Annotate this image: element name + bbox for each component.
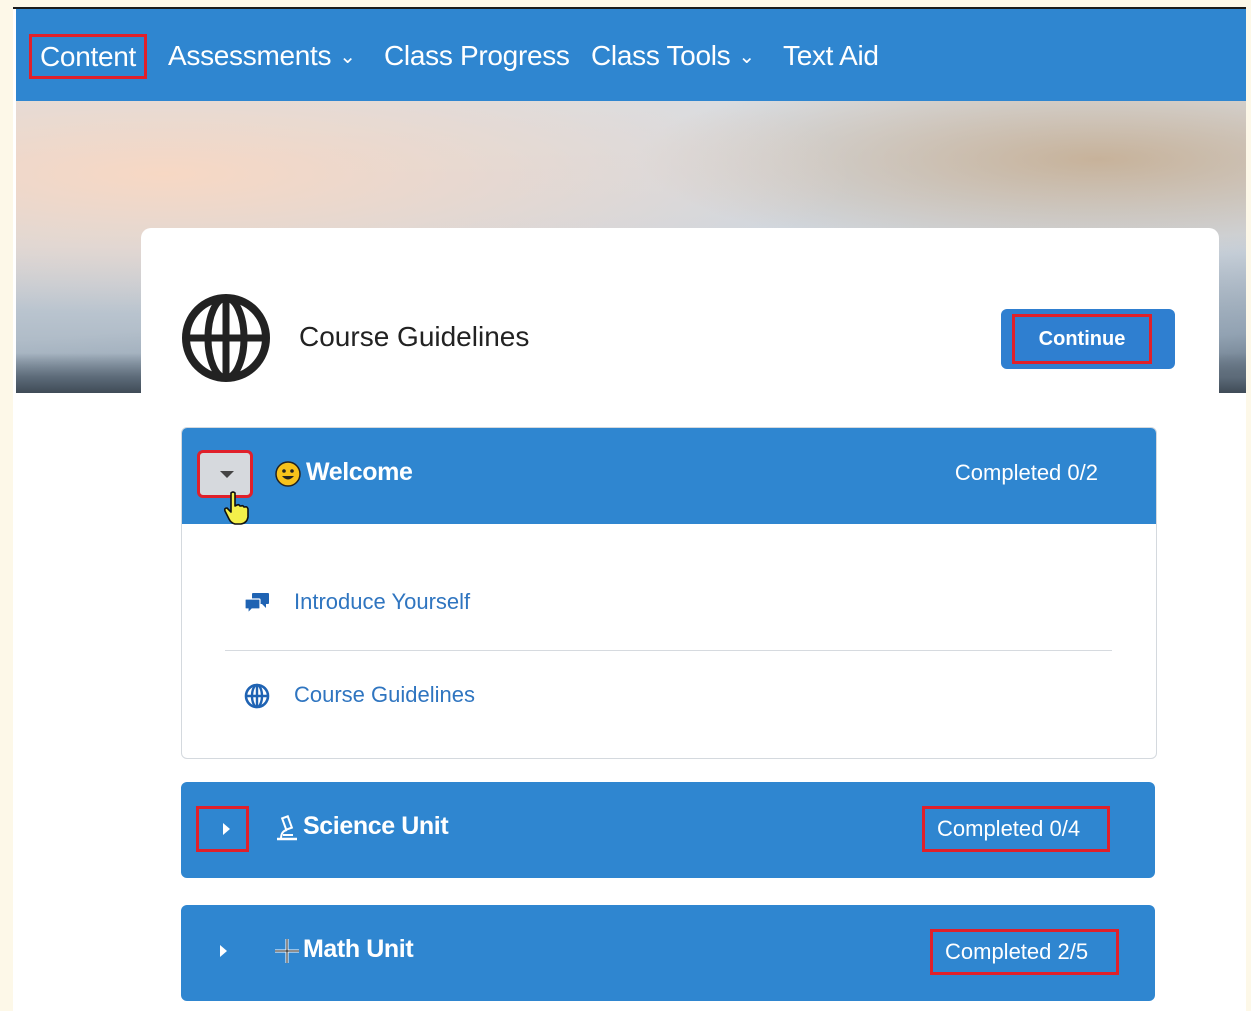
smiley-icon (275, 461, 301, 487)
module-math-title: Math Unit (303, 935, 414, 963)
topic-course-guidelines-label: Course Guidelines (294, 682, 475, 707)
module-science-title: Science Unit (303, 812, 449, 840)
nav-content[interactable]: Content (29, 34, 147, 79)
hand-cursor-icon (223, 491, 249, 525)
plus-icon (275, 939, 299, 963)
module-math-status: Completed 2/5 (930, 929, 1119, 975)
nav-text-aid-label: Text Aid (783, 40, 879, 71)
caret-right-icon (223, 823, 230, 835)
nav-class-tools-label: Class Tools (591, 40, 731, 71)
module-math-unit[interactable]: Math Unit Completed 2/5 (181, 905, 1155, 1001)
module-welcome-status: Completed 0/2 (954, 460, 1098, 485)
page-frame: Content Assessments ⌄ Class Progress Clas… (13, 7, 1246, 1011)
top-navigation-bar: Content Assessments ⌄ Class Progress Clas… (16, 9, 1246, 101)
globe-icon (182, 294, 270, 382)
card-title: Course Guidelines (299, 321, 530, 352)
nav-text-aid[interactable]: Text Aid (783, 36, 879, 76)
topic-divider (225, 650, 1112, 651)
continue-button[interactable]: Continue (1001, 309, 1175, 369)
nav-content-label: Content (40, 41, 136, 72)
microscope-icon (277, 815, 297, 841)
nav-class-tools[interactable]: Class Tools ⌄ (591, 36, 755, 76)
module-welcome-header[interactable]: Welcome Completed 0/2 (182, 428, 1156, 525)
module-science-expand-toggle[interactable] (196, 806, 249, 852)
discussion-icon (244, 593, 269, 615)
nav-class-progress[interactable]: Class Progress (384, 36, 570, 76)
nav-class-progress-label: Class Progress (384, 40, 570, 71)
module-welcome: Welcome Completed 0/2 Introduce Yourself (181, 427, 1157, 759)
module-math-expand-toggle[interactable] (196, 927, 252, 975)
continue-button-label: Continue (1012, 314, 1152, 364)
nav-assessments[interactable]: Assessments ⌄ (168, 36, 356, 76)
chevron-down-icon: ⌄ (339, 46, 356, 68)
caret-right-icon (220, 945, 227, 957)
module-science-unit[interactable]: Science Unit Completed 0/4 (181, 782, 1155, 878)
module-science-status: Completed 0/4 (922, 806, 1110, 852)
module-welcome-title: Welcome (306, 458, 413, 486)
globe-icon (244, 683, 270, 709)
topic-introduce-yourself-label: Introduce Yourself (294, 589, 471, 614)
nav-assessments-label: Assessments (168, 40, 332, 71)
chevron-down-icon: ⌄ (738, 46, 755, 68)
hero-banner: Course Guidelines Continue (16, 101, 1246, 450)
caret-down-icon (220, 471, 234, 478)
continue-card: Course Guidelines Continue (141, 228, 1219, 450)
